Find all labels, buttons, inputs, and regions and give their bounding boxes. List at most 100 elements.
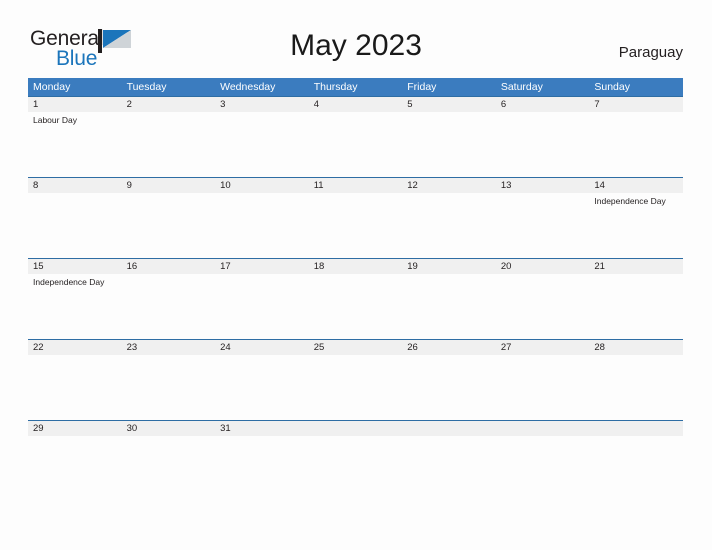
date-number-band: 15 16 17 18 19 20 21: [28, 258, 683, 274]
events-band: [28, 436, 683, 449]
day-cell-empty: [309, 436, 403, 449]
date-number-band: 29 30 31: [28, 420, 683, 436]
day-cell[interactable]: [589, 274, 683, 340]
weekday-header-wednesday: Wednesday: [220, 81, 276, 93]
day-cell[interactable]: Independence Day: [28, 274, 122, 340]
date-number[interactable]: 6: [496, 97, 590, 112]
week-row: 15 16 17 18 19 20 21 Independence Day: [28, 258, 683, 340]
date-number[interactable]: 19: [402, 259, 496, 274]
date-number-band: 8 9 10 11 12 13 14: [28, 177, 683, 193]
day-cell[interactable]: [402, 112, 496, 178]
date-number[interactable]: 23: [122, 340, 216, 355]
day-cell[interactable]: [402, 355, 496, 421]
day-cell[interactable]: [589, 112, 683, 178]
day-cell[interactable]: [215, 193, 309, 259]
day-cell[interactable]: [28, 436, 122, 449]
day-cell[interactable]: [309, 355, 403, 421]
day-cell[interactable]: [215, 355, 309, 421]
date-number[interactable]: 8: [28, 178, 122, 193]
week-row: 8 9 10 11 12 13 14 Independence Day: [28, 177, 683, 259]
calendar-grid: Monday Tuesday Wednesday Thursday Friday…: [28, 78, 683, 449]
day-cell[interactable]: [28, 355, 122, 421]
date-number[interactable]: 21: [589, 259, 683, 274]
day-cell[interactable]: [215, 112, 309, 178]
event-label: Independence Day: [33, 277, 105, 287]
date-number-band: 22 23 24 25 26 27 28: [28, 339, 683, 355]
day-cell-empty: [402, 436, 496, 449]
date-number[interactable]: 25: [309, 340, 403, 355]
date-number[interactable]: 24: [215, 340, 309, 355]
date-number[interactable]: 9: [122, 178, 216, 193]
day-cell[interactable]: [496, 112, 590, 178]
date-number[interactable]: 31: [215, 421, 309, 436]
date-number-band: 1 2 3 4 5 6 7: [28, 96, 683, 112]
event-label: Labour Day: [33, 115, 77, 125]
day-cell[interactable]: [402, 193, 496, 259]
day-cell[interactable]: [122, 112, 216, 178]
date-number[interactable]: 12: [402, 178, 496, 193]
events-band: Labour Day: [28, 112, 683, 178]
day-cell[interactable]: [309, 193, 403, 259]
day-cell[interactable]: [496, 355, 590, 421]
date-number[interactable]: 22: [28, 340, 122, 355]
date-number[interactable]: 27: [496, 340, 590, 355]
day-cell[interactable]: [496, 193, 590, 259]
day-cell[interactable]: [122, 274, 216, 340]
day-cell[interactable]: [496, 274, 590, 340]
date-number[interactable]: 13: [496, 178, 590, 193]
date-number[interactable]: 1: [28, 97, 122, 112]
date-number-empty: [589, 421, 683, 436]
day-cell[interactable]: [309, 274, 403, 340]
event-label: Independence Day: [594, 196, 666, 206]
day-cell[interactable]: [28, 193, 122, 259]
weekday-header-monday: Monday: [33, 81, 71, 93]
date-number[interactable]: 26: [402, 340, 496, 355]
date-number-empty: [309, 421, 403, 436]
weekday-header-sunday: Sunday: [594, 81, 630, 93]
date-number-empty: [496, 421, 590, 436]
date-number[interactable]: 10: [215, 178, 309, 193]
date-number[interactable]: 2: [122, 97, 216, 112]
events-band: Independence Day: [28, 274, 683, 340]
date-number[interactable]: 11: [309, 178, 403, 193]
day-cell[interactable]: Independence Day: [589, 193, 683, 259]
date-number[interactable]: 7: [589, 97, 683, 112]
weekday-header-thursday: Thursday: [313, 81, 358, 93]
week-row: 1 2 3 4 5 6 7 Labour Day: [28, 96, 683, 178]
date-number[interactable]: 20: [496, 259, 590, 274]
day-cell[interactable]: [589, 355, 683, 421]
day-cell-empty: [589, 436, 683, 449]
date-number[interactable]: 3: [215, 97, 309, 112]
day-cell[interactable]: [215, 274, 309, 340]
date-number[interactable]: 28: [589, 340, 683, 355]
date-number[interactable]: 30: [122, 421, 216, 436]
day-cell[interactable]: [309, 112, 403, 178]
day-cell[interactable]: [122, 193, 216, 259]
weekday-header-saturday: Saturday: [500, 81, 543, 93]
day-cell[interactable]: Labour Day: [28, 112, 122, 178]
day-cell[interactable]: [215, 436, 309, 449]
date-number[interactable]: 29: [28, 421, 122, 436]
day-cell[interactable]: [122, 436, 216, 449]
page-title: May 2023: [290, 29, 422, 62]
week-row: 29 30 31: [28, 420, 683, 449]
date-number[interactable]: 5: [402, 97, 496, 112]
day-cell[interactable]: [402, 274, 496, 340]
date-number[interactable]: 14: [589, 178, 683, 193]
date-number[interactable]: 16: [122, 259, 216, 274]
date-number[interactable]: 4: [309, 97, 403, 112]
date-number-empty: [402, 421, 496, 436]
region-label: Paraguay: [618, 44, 683, 61]
events-band: [28, 355, 683, 421]
day-cell[interactable]: [122, 355, 216, 421]
events-band: Independence Day: [28, 193, 683, 259]
week-row: 22 23 24 25 26 27 28: [28, 339, 683, 421]
date-number[interactable]: 17: [215, 259, 309, 274]
weekday-header-friday: Friday: [407, 81, 437, 93]
date-number[interactable]: 18: [309, 259, 403, 274]
weekday-header-row: Monday Tuesday Wednesday Thursday Friday…: [28, 78, 683, 96]
day-cell-empty: [496, 436, 590, 449]
page-header: General Blue May 2023 Paraguay: [0, 0, 712, 78]
weekday-header-tuesday: Tuesday: [126, 81, 167, 93]
date-number[interactable]: 15: [28, 259, 122, 274]
